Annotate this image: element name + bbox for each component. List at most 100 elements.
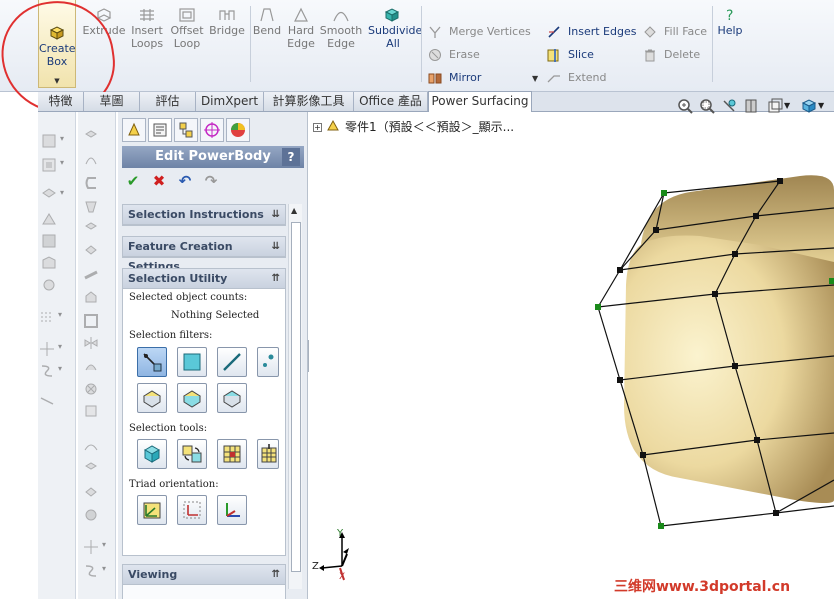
selection-utility-header[interactable]: Selection Utility ⇈	[123, 269, 285, 289]
shell-icon[interactable]	[82, 312, 100, 330]
panel-scrollbar[interactable]: ▲	[288, 204, 302, 589]
property-manager-tab[interactable]	[148, 118, 172, 142]
rib-icon[interactable]	[82, 266, 100, 284]
mirror-button[interactable]: Mirror	[427, 68, 481, 88]
view-icon[interactable]	[40, 132, 64, 150]
mirror-feature-icon[interactable]	[82, 334, 100, 352]
appearance-icon[interactable]	[40, 232, 58, 250]
tab-dimxpert[interactable]: DimXpert	[196, 92, 264, 111]
chevron-double-down-icon[interactable]: ⇊	[272, 205, 280, 225]
offset-surface-icon[interactable]	[82, 506, 100, 524]
scene-icon[interactable]	[40, 254, 58, 272]
face-loop-filter-button[interactable]	[217, 383, 247, 413]
tab-features[interactable]: 特徵	[38, 92, 84, 111]
display-style-icon[interactable]	[40, 186, 64, 204]
tab-render-tools[interactable]: 計算影像工具	[264, 92, 354, 111]
reference-icon[interactable]	[82, 538, 106, 556]
extend-button[interactable]: Extend	[546, 68, 607, 88]
fill-face-button[interactable]: Fill Face	[642, 22, 707, 42]
feature-creation-settings-header[interactable]: Feature Creation Settings ⇊	[123, 237, 285, 273]
mirror-dropdown-arrow[interactable]: ▼	[532, 74, 538, 83]
invert-selection-tool-button[interactable]	[177, 439, 207, 469]
vertex-filter-button[interactable]	[257, 347, 279, 377]
tab-office-products[interactable]: Office 產品	[354, 92, 428, 111]
hide-show-icon[interactable]	[40, 210, 58, 228]
zoom-to-fit-icon[interactable]	[676, 97, 694, 115]
shrink-selection-tool-button[interactable]	[257, 439, 279, 469]
viewing-header[interactable]: Viewing ⇈	[123, 565, 285, 585]
slice-button[interactable]: Slice	[546, 45, 594, 65]
chevron-down-icon[interactable]: ▼	[818, 97, 834, 115]
ribbon: Create Box ▼ Extrude Insert Loops Offset…	[0, 0, 834, 92]
grid-dots-icon[interactable]	[38, 308, 62, 326]
triad-global-button[interactable]	[137, 495, 167, 525]
display-manager-tab[interactable]	[226, 118, 250, 142]
loft-icon[interactable]	[82, 198, 100, 216]
tab-evaluate[interactable]: 評估	[140, 92, 196, 111]
graphics-viewport[interactable]: + 零件1（預設＜＜預設＞_顯示... Y Z X 三维网www.3dporta…	[309, 112, 834, 599]
surface-icon[interactable]	[82, 438, 100, 456]
chevron-double-up-icon[interactable]: ⇈	[272, 269, 280, 289]
select-all-tool-button[interactable]	[137, 439, 167, 469]
feature-manager-tab[interactable]	[122, 118, 146, 142]
create-box-button[interactable]: Create Box ▼	[38, 0, 76, 88]
triad-view-button[interactable]	[217, 495, 247, 525]
help-button[interactable]: ? Help	[706, 8, 754, 37]
vertex-edge-filter-button[interactable]	[137, 347, 167, 377]
edge-loop-filter-button[interactable]	[177, 383, 207, 413]
tab-power-surfacing[interactable]: Power Surfacing	[428, 91, 532, 113]
previous-view-icon[interactable]	[720, 97, 738, 115]
help-button[interactable]: ?	[282, 148, 300, 166]
dimxpert-manager-tab[interactable]	[200, 118, 224, 142]
merge-vertices-button[interactable]: Merge Vertices	[427, 22, 531, 42]
face-filter-button[interactable]	[177, 347, 207, 377]
ok-checkmark-icon[interactable]: ✔	[124, 172, 142, 190]
redo-icon[interactable]: ↷	[202, 172, 220, 190]
wrap-icon[interactable]	[82, 402, 100, 420]
solidworks-window: Create Box ▼ Extrude Insert Loops Offset…	[0, 0, 834, 599]
view-orientation-icon[interactable]	[766, 97, 784, 115]
selection-instructions-header[interactable]: Selection Instructions ⇊	[123, 205, 285, 225]
draft-icon[interactable]	[82, 288, 100, 306]
fillet-icon[interactable]	[82, 220, 100, 238]
sweep-icon[interactable]	[82, 174, 100, 192]
sparkle-icon[interactable]	[38, 340, 62, 358]
triad-x-label: X	[339, 572, 346, 582]
chevron-down-icon[interactable]: ▼	[39, 77, 75, 85]
zoom-area-icon[interactable]	[698, 97, 716, 115]
extrude-boss-icon[interactable]	[82, 128, 100, 146]
grow-selection-tool-button[interactable]	[217, 439, 247, 469]
curve-icon[interactable]	[38, 362, 62, 380]
chamfer-icon[interactable]	[82, 242, 100, 260]
erase-button[interactable]: Erase	[427, 45, 480, 65]
cancel-x-icon[interactable]: ✖	[150, 172, 168, 190]
subdivide-all-button[interactable]: Subdivide All	[368, 8, 422, 50]
triad-z-label: Z	[312, 561, 319, 572]
section-view-icon[interactable]	[742, 97, 760, 115]
extrude-button[interactable]: Extrude	[80, 8, 128, 37]
cut-icon[interactable]	[82, 380, 100, 398]
insert-edges-button[interactable]: Insert Edges	[546, 22, 636, 42]
knit-icon[interactable]	[82, 460, 100, 478]
arrow-icon[interactable]	[38, 392, 56, 410]
delete-button[interactable]: Delete	[642, 45, 700, 65]
smooth-edge-button[interactable]: Smooth Edge	[317, 11, 365, 50]
camera-icon[interactable]	[40, 276, 58, 294]
property-manager-panel: Edit PowerBody ? ✔ ✖ ↶ ↷ Selection Instr…	[118, 112, 308, 599]
undo-icon[interactable]: ↶	[176, 172, 194, 190]
section-view-icon[interactable]	[40, 156, 64, 174]
dome-icon[interactable]	[82, 358, 100, 376]
triad-local-button[interactable]	[177, 495, 207, 525]
configuration-manager-tab[interactable]	[174, 118, 198, 142]
loop-filter-button[interactable]	[137, 383, 167, 413]
scrollbar-thumb[interactable]	[291, 222, 301, 572]
edge-filter-button[interactable]	[217, 347, 247, 377]
tab-sketch[interactable]: 草圖	[84, 92, 140, 111]
scroll-up-arrow[interactable]: ▲	[291, 206, 297, 215]
revolve-icon[interactable]	[82, 150, 100, 168]
chevron-double-down-icon[interactable]: ⇊	[272, 237, 280, 257]
display-style-cube-icon[interactable]	[800, 97, 818, 115]
chevron-double-up-icon[interactable]: ⇈	[272, 565, 280, 585]
spline-icon[interactable]	[82, 562, 106, 580]
trim-icon[interactable]	[82, 484, 100, 502]
